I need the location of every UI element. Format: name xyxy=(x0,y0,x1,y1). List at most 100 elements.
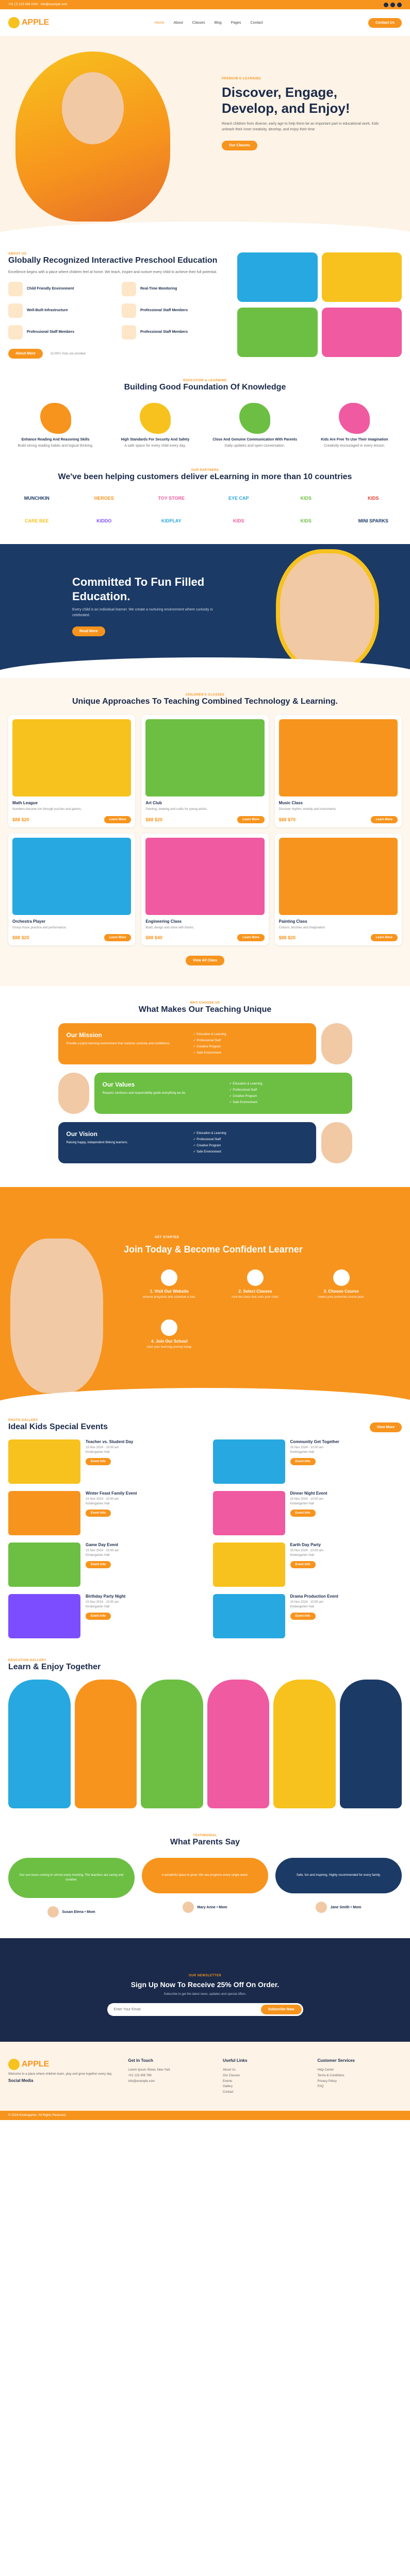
partners-section: Our Partners We've been helping customer… xyxy=(0,459,410,544)
partner-logo[interactable]: KIDS xyxy=(277,513,335,529)
join-title: Join Today & Become Confident Learner xyxy=(124,1244,303,1255)
event-info-button[interactable]: Event Info xyxy=(290,1561,316,1569)
learn-more-button[interactable]: Learn More xyxy=(237,934,265,942)
event-info-button[interactable]: Event Info xyxy=(86,1561,111,1569)
learn-more-button[interactable]: Learn More xyxy=(104,816,132,823)
knowledge-item: High Standards For Security And Safety A … xyxy=(108,402,202,449)
event-info-button[interactable]: Event Info xyxy=(86,1613,111,1620)
footer-link[interactable]: Terms & Conditions xyxy=(318,2073,402,2079)
unique-section: Why Choose Us What Makes Our Teaching Un… xyxy=(0,986,410,1187)
footer-link[interactable]: Gallery xyxy=(223,2084,307,2090)
email-input[interactable] xyxy=(108,2004,261,2014)
footer-heading: Customer Services xyxy=(317,2058,355,2063)
view-more-button[interactable]: View More xyxy=(369,1422,402,1433)
knowledge-item: Enhance Reading And Reasoning Skills Buil… xyxy=(8,402,103,449)
testimonial-author: Susan Elena • Mom xyxy=(8,1906,135,1918)
step-icon xyxy=(161,1319,178,1336)
nav-about[interactable]: About xyxy=(173,21,183,25)
class-image xyxy=(145,719,265,797)
partner-logo[interactable]: MINI SPARKS xyxy=(345,513,402,529)
footer-contact: Get In Touch Lorem Ipsum Street, New Yor… xyxy=(128,2057,212,2095)
event-date: 15 Nov 2024 · 10:00 am xyxy=(290,1601,323,1604)
event-item: Teacher vs. Student Day 15 Nov 2024 · 10:… xyxy=(8,1439,198,1484)
view-all-class-button[interactable]: View All Class xyxy=(185,956,225,966)
footer-link[interactable]: Our Classes xyxy=(223,2073,307,2079)
class-description: Colours, brushes and imagination. xyxy=(278,926,326,929)
about-more-button[interactable]: About More xyxy=(8,348,43,359)
partner-logo[interactable]: KIDS xyxy=(345,490,402,506)
knowledge-icon xyxy=(40,402,71,434)
our-classes-button[interactable]: Our Classes xyxy=(222,141,257,151)
partner-logo[interactable]: MUNCHKIN xyxy=(8,490,65,506)
event-date: 15 Nov 2024 · 10:00 am xyxy=(86,1549,119,1553)
unique-list-item: ✓ Professional Staff xyxy=(193,1039,221,1043)
footer-link[interactable]: Contact xyxy=(223,2090,307,2095)
partner-logo[interactable]: HEROES xyxy=(76,490,133,506)
unique-card-description: Provide a joyful learning environment th… xyxy=(66,1042,171,1046)
partner-logo[interactable]: KIDDO xyxy=(76,513,133,529)
partner-logo[interactable]: KIDS xyxy=(277,490,335,506)
footer-link[interactable]: Help Center xyxy=(318,2067,402,2073)
nav-pages[interactable]: Pages xyxy=(231,21,241,25)
partners-title: We've been helping customers deliver eLe… xyxy=(58,472,352,482)
topbar-phone[interactable]: +01 (7) 123 456 4100 xyxy=(8,3,38,6)
topbar-email[interactable]: info@example.com xyxy=(41,3,67,6)
event-date: 15 Nov 2024 · 10:00 am xyxy=(86,1498,119,1501)
event-info: Teacher vs. Student Day 15 Nov 2024 · 10:… xyxy=(86,1439,133,1484)
read-more-button[interactable]: Read More xyxy=(72,626,105,637)
testimonial-author: Mary Anne • Mom xyxy=(142,1902,268,1913)
footer-link[interactable]: About Us xyxy=(223,2067,307,2073)
partner-logo[interactable]: EYE CAP xyxy=(210,490,268,506)
partner-logo[interactable]: TOY STORE xyxy=(143,490,200,506)
join-step: 4. Join Our School Start your learning jo… xyxy=(134,1319,205,1349)
twitter-icon[interactable] xyxy=(390,2,395,7)
event-info-button[interactable]: Event Info xyxy=(86,1458,111,1466)
partner-logo[interactable]: KIDS xyxy=(210,513,268,529)
class-card[interactable]: Math League Numbers become fun through pu… xyxy=(8,715,136,827)
class-card[interactable]: Art Club Painting, drawing and crafts for… xyxy=(141,715,269,827)
instagram-icon[interactable] xyxy=(397,2,402,7)
class-card[interactable]: Painting Class Colours, brushes and imagi… xyxy=(274,833,402,946)
facebook-icon[interactable] xyxy=(384,2,388,7)
event-image xyxy=(8,1439,80,1484)
footer-line[interactable]: info@example.com xyxy=(128,2079,212,2084)
learn-more-button[interactable]: Learn More xyxy=(370,816,398,823)
nav-home[interactable]: Home xyxy=(155,21,165,25)
step-icon xyxy=(333,1269,350,1286)
footer-link[interactable]: FAQ xyxy=(318,2084,402,2090)
contact-button[interactable]: Contact Us xyxy=(368,18,402,28)
partner-logo[interactable]: CARE BEE xyxy=(8,513,65,529)
hero: Premium E-Learning Discover, Engage, Dev… xyxy=(0,36,410,242)
about-description: Excellence begins with a place where chi… xyxy=(8,270,217,274)
testimonial-name: Susan Elena • Mom xyxy=(62,1910,95,1914)
footer-logo[interactable]: APPLE xyxy=(8,2057,118,2072)
testimonial: Our son loves coming to school every mor… xyxy=(8,1858,135,1918)
join-step: 1. Visit Our Website Browse programs and … xyxy=(134,1269,205,1299)
nav-contact[interactable]: Contact xyxy=(251,21,263,25)
event-info-button[interactable]: Event Info xyxy=(290,1510,316,1517)
event-info-button[interactable]: Event Info xyxy=(290,1458,316,1466)
knowledge-item-text: A safe space for every child every day. xyxy=(124,444,186,448)
learn-more-button[interactable]: Learn More xyxy=(104,934,132,942)
learn-more-button[interactable]: Learn More xyxy=(237,816,265,823)
footer-link[interactable]: Privacy Policy xyxy=(318,2079,402,2084)
learn-more-button[interactable]: Learn More xyxy=(370,934,398,942)
subscribe-button[interactable]: Subscribe Now xyxy=(260,2004,302,2014)
footer: APPLE Welcome to a place where children … xyxy=(0,2041,410,2111)
logo[interactable]: APPLE xyxy=(8,17,49,28)
class-card[interactable]: Engineering Class Build, design and solve… xyxy=(141,833,269,946)
partner-logo[interactable]: KIDPLAY xyxy=(143,513,200,529)
gallery-row xyxy=(8,1680,402,1809)
event-info-button[interactable]: Event Info xyxy=(290,1613,316,1620)
class-card[interactable]: Orchestra Player Group music practice and… xyxy=(8,833,136,946)
about-images xyxy=(237,252,402,359)
knowledge-item: Close And Genuine Communication With Par… xyxy=(208,402,302,449)
nav-blog[interactable]: Blog xyxy=(215,21,222,25)
event-place: Kindergarten Hall xyxy=(290,1605,314,1609)
footer-link[interactable]: Events xyxy=(223,2079,307,2084)
event-info-button[interactable]: Event Info xyxy=(86,1510,111,1517)
nav-classes[interactable]: Classes xyxy=(192,21,205,25)
class-price: $88 $20 xyxy=(12,817,29,822)
class-card[interactable]: Music Class Discover rhythm, melody and i… xyxy=(274,715,402,827)
footer-line[interactable]: +01 123 456 789 xyxy=(128,2073,212,2079)
